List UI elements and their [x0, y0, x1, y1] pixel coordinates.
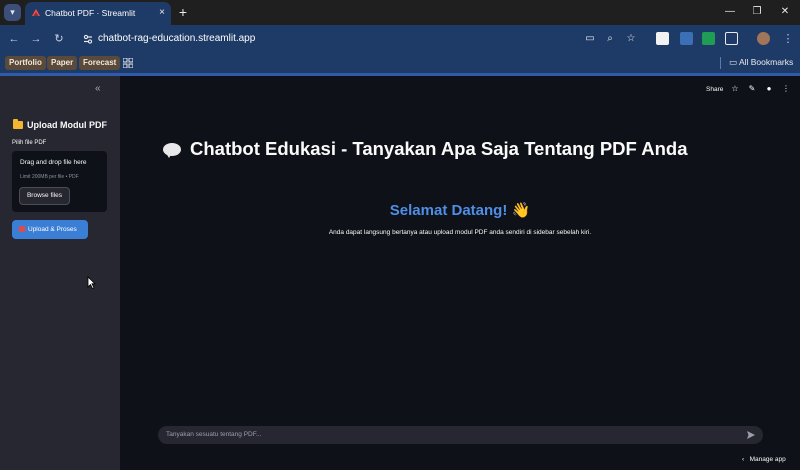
minimize-icon[interactable]: — [722, 5, 738, 19]
dropzone-limit: Limit 200MB per file • PDF [20, 174, 79, 180]
reload-icon[interactable]: ↻ [52, 32, 66, 46]
manage-app-label: Manage app [749, 456, 786, 463]
star-icon[interactable]: ☆ [730, 84, 740, 94]
site-settings-icon[interactable] [82, 33, 94, 45]
install-app-icon[interactable]: ▭ [584, 33, 596, 45]
file-dropzone[interactable]: Drag and drop file here Limit 200MB per … [12, 151, 107, 212]
welcome-heading: Selamat Datang! 👋 [120, 201, 800, 219]
tab-search-chevron-icon[interactable]: ▾ [4, 4, 21, 21]
browser-menu-icon[interactable]: ⋮ [781, 32, 795, 46]
collapse-sidebar-icon[interactable]: « [95, 84, 101, 94]
bookmark-forecast[interactable]: Forecast [79, 56, 121, 70]
page-title-text: Chatbot Edukasi - Tanyakan Apa Saja Tent… [190, 138, 688, 159]
all-bookmarks-label: All Bookmarks [738, 57, 794, 67]
tab-title: Chatbot PDF · Streamlit [45, 8, 136, 18]
browse-files-button[interactable]: Browse files [19, 187, 70, 205]
welcome-text: Selamat Datang! [389, 202, 508, 219]
window-close-icon[interactable]: ✕ [777, 5, 793, 19]
bookmark-star-icon[interactable]: ☆ [625, 33, 637, 45]
all-bookmarks-button[interactable]: ▭ All Bookmarks [729, 57, 793, 68]
folder-icon: ▭ [729, 57, 739, 67]
sidebar: « Upload Modul PDF Pilih file PDF Drag a… [0, 76, 120, 470]
mouse-cursor-icon [87, 276, 96, 289]
share-button[interactable]: Share [706, 86, 723, 93]
streamlit-favicon-icon [32, 9, 40, 16]
waving-hand-icon: 👋 [511, 202, 531, 219]
url-text: chatbot-rag-education.streamlit.app [98, 33, 256, 44]
upload-process-button[interactable]: Upload & Proses [12, 220, 88, 239]
upload-icon [19, 225, 25, 232]
extensions-puzzle-icon[interactable] [725, 32, 738, 45]
send-icon[interactable] [746, 430, 756, 440]
forward-arrow-icon[interactable]: → [29, 32, 43, 46]
bookmarks-bar: Portfolio Paper Forecast ▭ All Bookmarks [0, 53, 800, 73]
upload-process-label: Upload & Proses [28, 226, 77, 233]
browser-tab-active[interactable]: Chatbot PDF · Streamlit × [25, 2, 171, 25]
browser-tab-strip: ▾ Chatbot PDF · Streamlit × + — ❐ ✕ [0, 0, 800, 25]
sidebar-header: Upload Modul PDF [13, 119, 107, 130]
apps-grid-icon[interactable] [123, 58, 133, 68]
chat-input-placeholder: Tanyakan sesuatu tentang PDF... [166, 431, 262, 438]
chat-input[interactable]: Tanyakan sesuatu tentang PDF... [158, 426, 763, 444]
sidebar-header-text: Upload Modul PDF [27, 120, 107, 130]
restore-icon[interactable]: ❐ [749, 5, 765, 19]
extension-icon[interactable] [656, 32, 669, 45]
edit-pencil-icon[interactable]: ✎ [747, 84, 757, 94]
back-arrow-icon[interactable]: ← [7, 32, 21, 46]
tab-close-icon[interactable]: × [159, 7, 165, 19]
github-icon[interactable]: ● [764, 84, 774, 94]
app-menu-icon[interactable]: ⋮ [781, 84, 791, 94]
bookmark-paper[interactable]: Paper [47, 56, 78, 70]
dropzone-title: Drag and drop file here [20, 159, 87, 166]
new-tab-button[interactable]: + [176, 4, 190, 20]
zoom-icon[interactable]: ⌕ [604, 33, 616, 45]
file-uploader-label: Pilih file PDF [12, 140, 47, 146]
address-bar[interactable]: chatbot-rag-education.streamlit.app ▭ ⌕ … [74, 28, 652, 50]
page-title: Chatbot Edukasi - Tanyakan Apa Saja Tent… [160, 138, 688, 160]
folder-icon [13, 119, 23, 129]
welcome-subtitle: Anda dapat langsung bertanya atau upload… [328, 229, 592, 236]
manage-app-button[interactable]: ‹ Manage app [742, 456, 786, 463]
profile-avatar[interactable] [757, 32, 770, 45]
main-content: Share ☆ ✎ ● ⋮ Chatbot Edukasi - Tanyakan… [120, 76, 800, 470]
extension-icon[interactable] [702, 32, 715, 45]
bookmark-portfolio[interactable]: Portfolio [5, 56, 46, 70]
extension-icon[interactable] [680, 32, 693, 45]
bookmarks-separator [720, 57, 721, 69]
chevron-left-icon: ‹ [742, 456, 750, 463]
